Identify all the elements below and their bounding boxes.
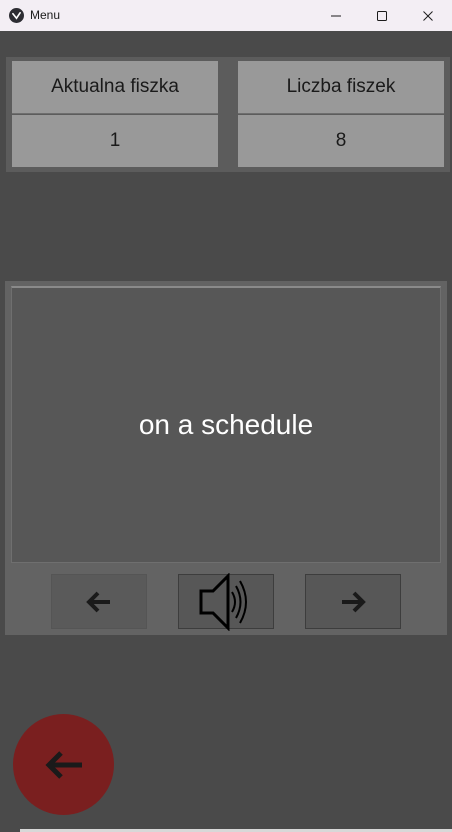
maximize-button[interactable]: [359, 0, 405, 31]
flashcard[interactable]: on a schedule: [11, 286, 441, 563]
card-count-value: 8: [238, 115, 444, 167]
play-sound-button[interactable]: [178, 572, 274, 631]
arrow-right-icon: [342, 591, 366, 612]
kivy-logo-icon: [12, 11, 21, 20]
close-icon: [423, 10, 433, 21]
current-card-value: 1: [12, 115, 218, 167]
flashcard-text: on a schedule: [138, 409, 314, 440]
previous-card-button[interactable]: [51, 574, 147, 629]
maximize-icon: [377, 10, 387, 21]
arrow-left-icon: [44, 750, 82, 779]
card-count-label: Liczba fiszek: [238, 61, 444, 114]
minimize-button[interactable]: [313, 0, 359, 31]
minimize-icon: [331, 15, 341, 16]
close-button[interactable]: [405, 0, 451, 31]
back-button[interactable]: [13, 714, 114, 815]
app-icon: [9, 8, 24, 23]
arrow-left-icon: [86, 591, 110, 612]
title-bar: Menu: [0, 0, 452, 31]
next-card-button[interactable]: [305, 574, 401, 629]
window-title: Menu: [30, 8, 61, 22]
current-card-label: Aktualna fiszka: [12, 61, 218, 114]
speaker-icon: [199, 572, 247, 631]
